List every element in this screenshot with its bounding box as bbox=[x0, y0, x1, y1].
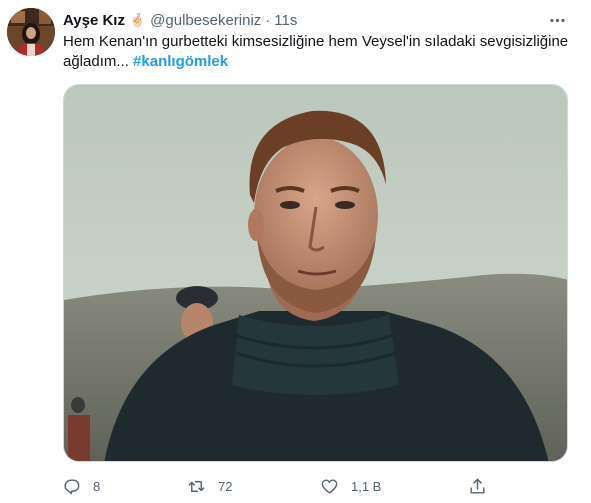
like-count: 1,1 B bbox=[351, 478, 382, 494]
heart-icon bbox=[321, 478, 338, 494]
tweet-actions: 8 72 1,1 B bbox=[56, 472, 536, 500]
avatar-image bbox=[7, 8, 55, 56]
media-photo bbox=[64, 85, 567, 461]
share-button[interactable] bbox=[468, 472, 487, 500]
reply-count: 8 bbox=[93, 478, 101, 494]
like-button[interactable]: 1,1 B bbox=[320, 472, 381, 500]
user-handle[interactable]: @gulbesekeriniz bbox=[150, 12, 261, 29]
retweet-count: 72 bbox=[218, 478, 233, 494]
separator-dot: · bbox=[265, 11, 271, 29]
retweet-icon bbox=[188, 480, 205, 492]
more-horizontal-icon bbox=[549, 18, 565, 22]
reply-button[interactable]: 8 bbox=[62, 472, 100, 500]
hashtag-link[interactable]: #kanlıgömlek bbox=[133, 53, 228, 70]
avatar[interactable] bbox=[7, 8, 55, 56]
tweet-media-image[interactable] bbox=[63, 84, 568, 462]
crossed-fingers-emoji: 🤞🏻 bbox=[128, 12, 146, 27]
retweet-button[interactable]: 72 bbox=[187, 472, 232, 500]
timestamp[interactable]: 11s bbox=[274, 12, 297, 29]
reply-icon bbox=[64, 478, 80, 494]
more-options-button[interactable] bbox=[545, 8, 569, 32]
display-name[interactable]: Ayşe Kız bbox=[63, 12, 125, 29]
tweet: Ayşe Kız 🤞🏻 @gulbesekeriniz · 11s Hem Ke… bbox=[0, 0, 591, 503]
tweet-text: Hem Kenan'ın gurbetteki kimsesizliğine h… bbox=[63, 32, 573, 72]
tweet-header: Ayşe Kız 🤞🏻 @gulbesekeriniz · 11s bbox=[63, 10, 297, 30]
share-icon bbox=[470, 478, 485, 494]
